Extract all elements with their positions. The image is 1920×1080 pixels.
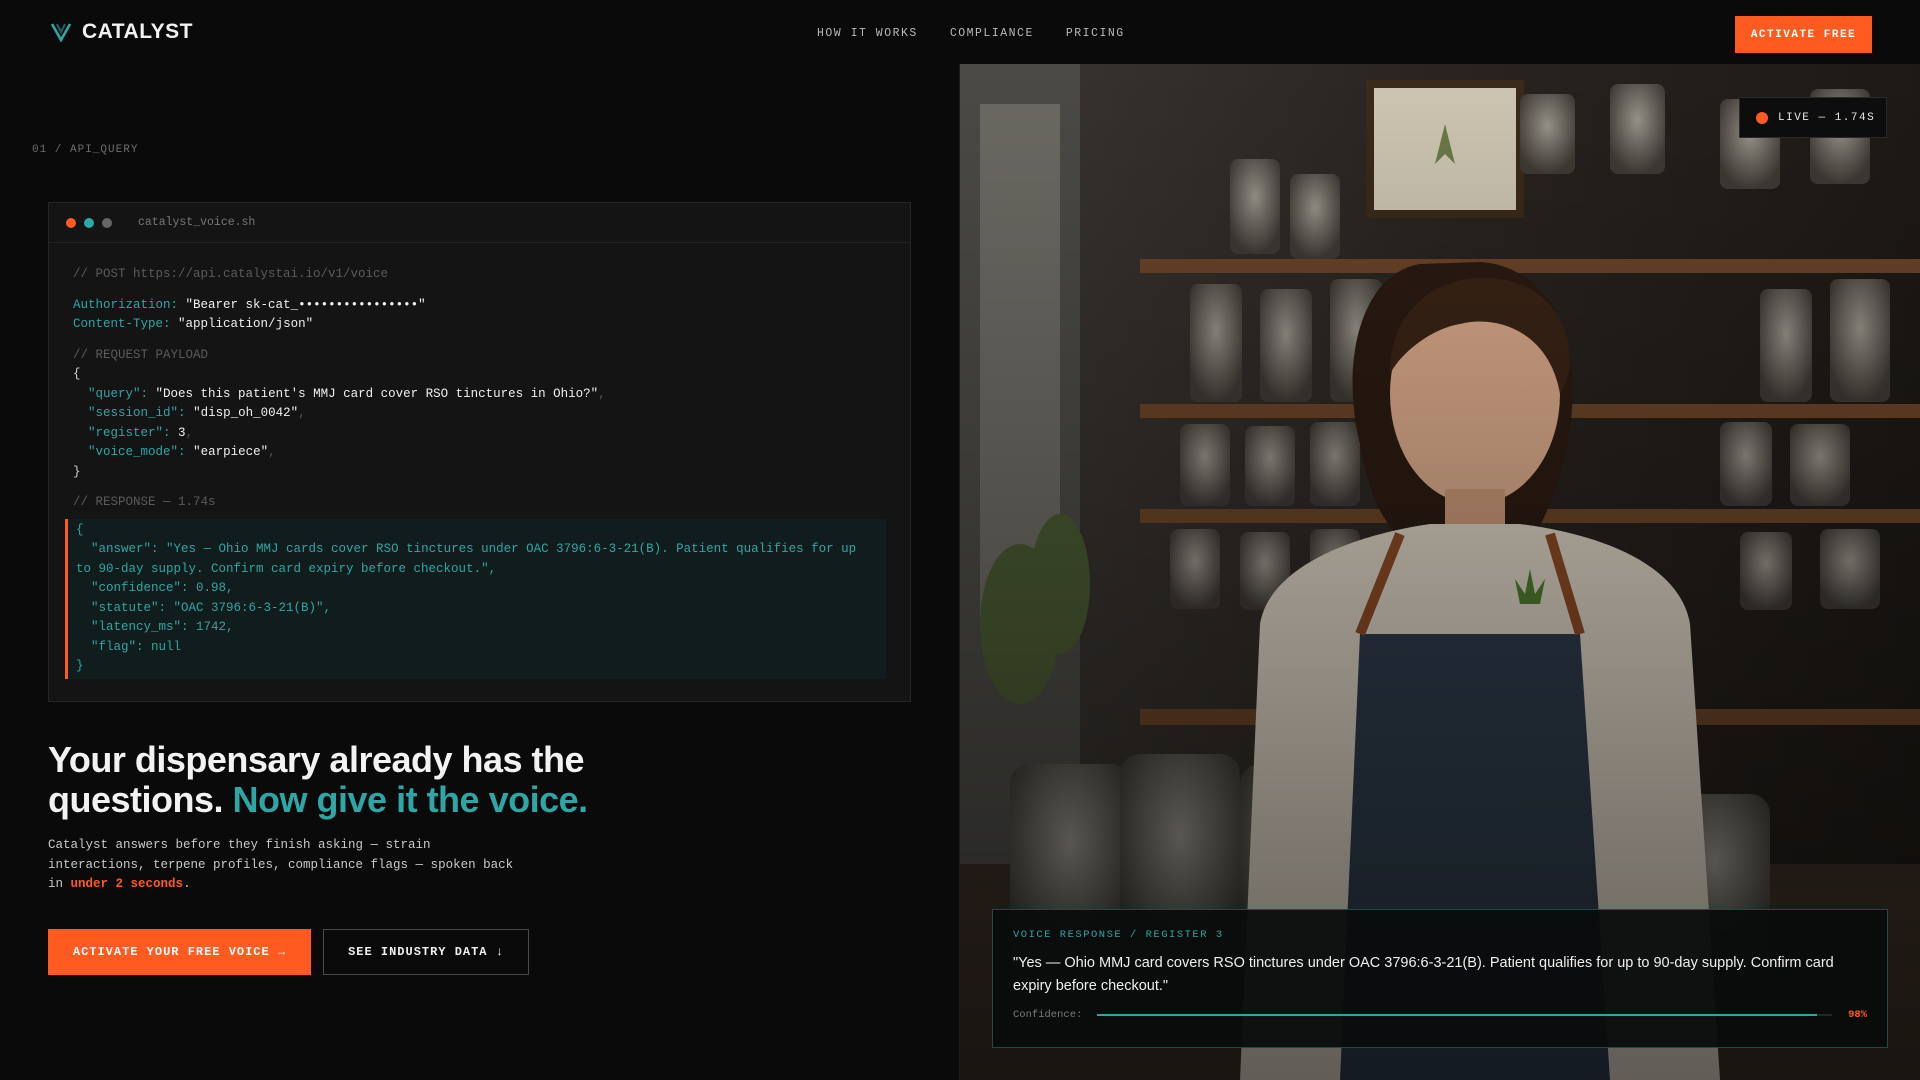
response-line: { [76,522,84,537]
json-value: "disp_oh_0042" [193,406,299,420]
json-value: 3 [178,425,186,440]
window-minimize-dot [84,217,94,228]
json-key: "session_id": [88,406,186,420]
brand-name: CATALYST [82,20,193,43]
response-line: "confidence": 0.98, [76,581,234,595]
response-line: "answer": "Yes — Ohio MMJ cards cover RS… [76,542,864,576]
activate-voice-button[interactable]: ACTIVATE YOUR FREE VOICE → [48,929,311,975]
response-line: } [76,659,84,673]
section-label: 01 / API_QUERY [32,144,139,156]
live-badge-text: LIVE — 1.74S [1778,111,1876,124]
json-key: "voice_mode": [88,445,186,459]
nav-link-pricing[interactable]: PRICING [1066,27,1125,40]
window-maximize-dot [102,217,112,228]
live-dot-icon [1756,111,1768,124]
payload-comment: // REQUEST PAYLOAD [73,347,209,362]
endpoint-comment: // POST https://api.catalystai.io/v1/voi… [73,267,389,281]
header-key: Content-Type: [73,317,171,331]
live-badge: LIVE — 1.74S [1739,97,1887,138]
confidence-percent: 98% [1848,1009,1867,1021]
response-comment: // RESPONSE — 1.74s [73,495,216,509]
brace: } [73,464,81,479]
window-close-dot [66,217,76,228]
subcopy-end: . [183,877,191,891]
response-block: { "answer": "Yes — Ohio MMJ cards cover … [65,518,886,679]
json-key: "query": [88,386,149,401]
see-industry-data-button[interactable]: SEE INDUSTRY DATA ↓ [323,929,529,975]
confidence-bar-fill [1097,1014,1818,1016]
header-value: "application/json" [178,317,314,331]
terminal-titlebar: catalyst_voice.sh [49,203,910,243]
header-value: "Bearer sk-cat_••••••••••••••••" [185,297,426,312]
nav-link-how-it-works[interactable]: HOW IT WORKS [817,27,918,40]
brand[interactable]: CATALYST [50,20,193,44]
confidence-row: Confidence: 98% [1013,1009,1867,1021]
response-line: "statute": "OAC 3796:6-3-21(B)", [76,600,332,615]
hero-subcopy: Catalyst answers before they finish aski… [48,836,518,895]
terminal-body: // POST https://api.catalystai.io/v1/voi… [49,243,910,679]
code-terminal: catalyst_voice.sh // POST https://api.ca… [48,202,911,702]
voice-card-label: VOICE RESPONSE / REGISTER 3 [1013,929,1224,941]
confidence-label: Confidence: [1013,1009,1083,1021]
voice-response-card: VOICE RESPONSE / REGISTER 3 "Yes — Ohio … [992,909,1888,1048]
top-nav: CATALYST HOW IT WORKS COMPLIANCE PRICING… [0,0,1920,64]
json-value: "earpiece" [193,445,269,459]
headline-accent: Now give it the voice. [232,779,589,820]
json-value: "Does this patient's MMJ card cover RSO … [155,386,599,401]
terminal-filename: catalyst_voice.sh [138,216,256,229]
hero-headline: Your dispensary already has the question… [48,740,648,820]
catalyst-leaf-icon [50,23,72,43]
nav-links: HOW IT WORKS COMPLIANCE PRICING [817,27,1125,40]
activate-free-button[interactable]: ACTIVATE FREE [1735,16,1872,53]
response-line: "flag": null [76,639,182,654]
json-key: "register": [88,425,171,440]
confidence-bar [1097,1014,1833,1016]
brace: { [73,367,81,381]
nav-link-compliance[interactable]: COMPLIANCE [950,27,1034,40]
response-line: "latency_ms": 1742, [76,620,234,634]
header-key: Authorization: [73,297,179,312]
voice-card-text: "Yes — Ohio MMJ card covers RSO tincture… [1013,955,1834,994]
subcopy-highlight: under 2 seconds [70,877,184,891]
